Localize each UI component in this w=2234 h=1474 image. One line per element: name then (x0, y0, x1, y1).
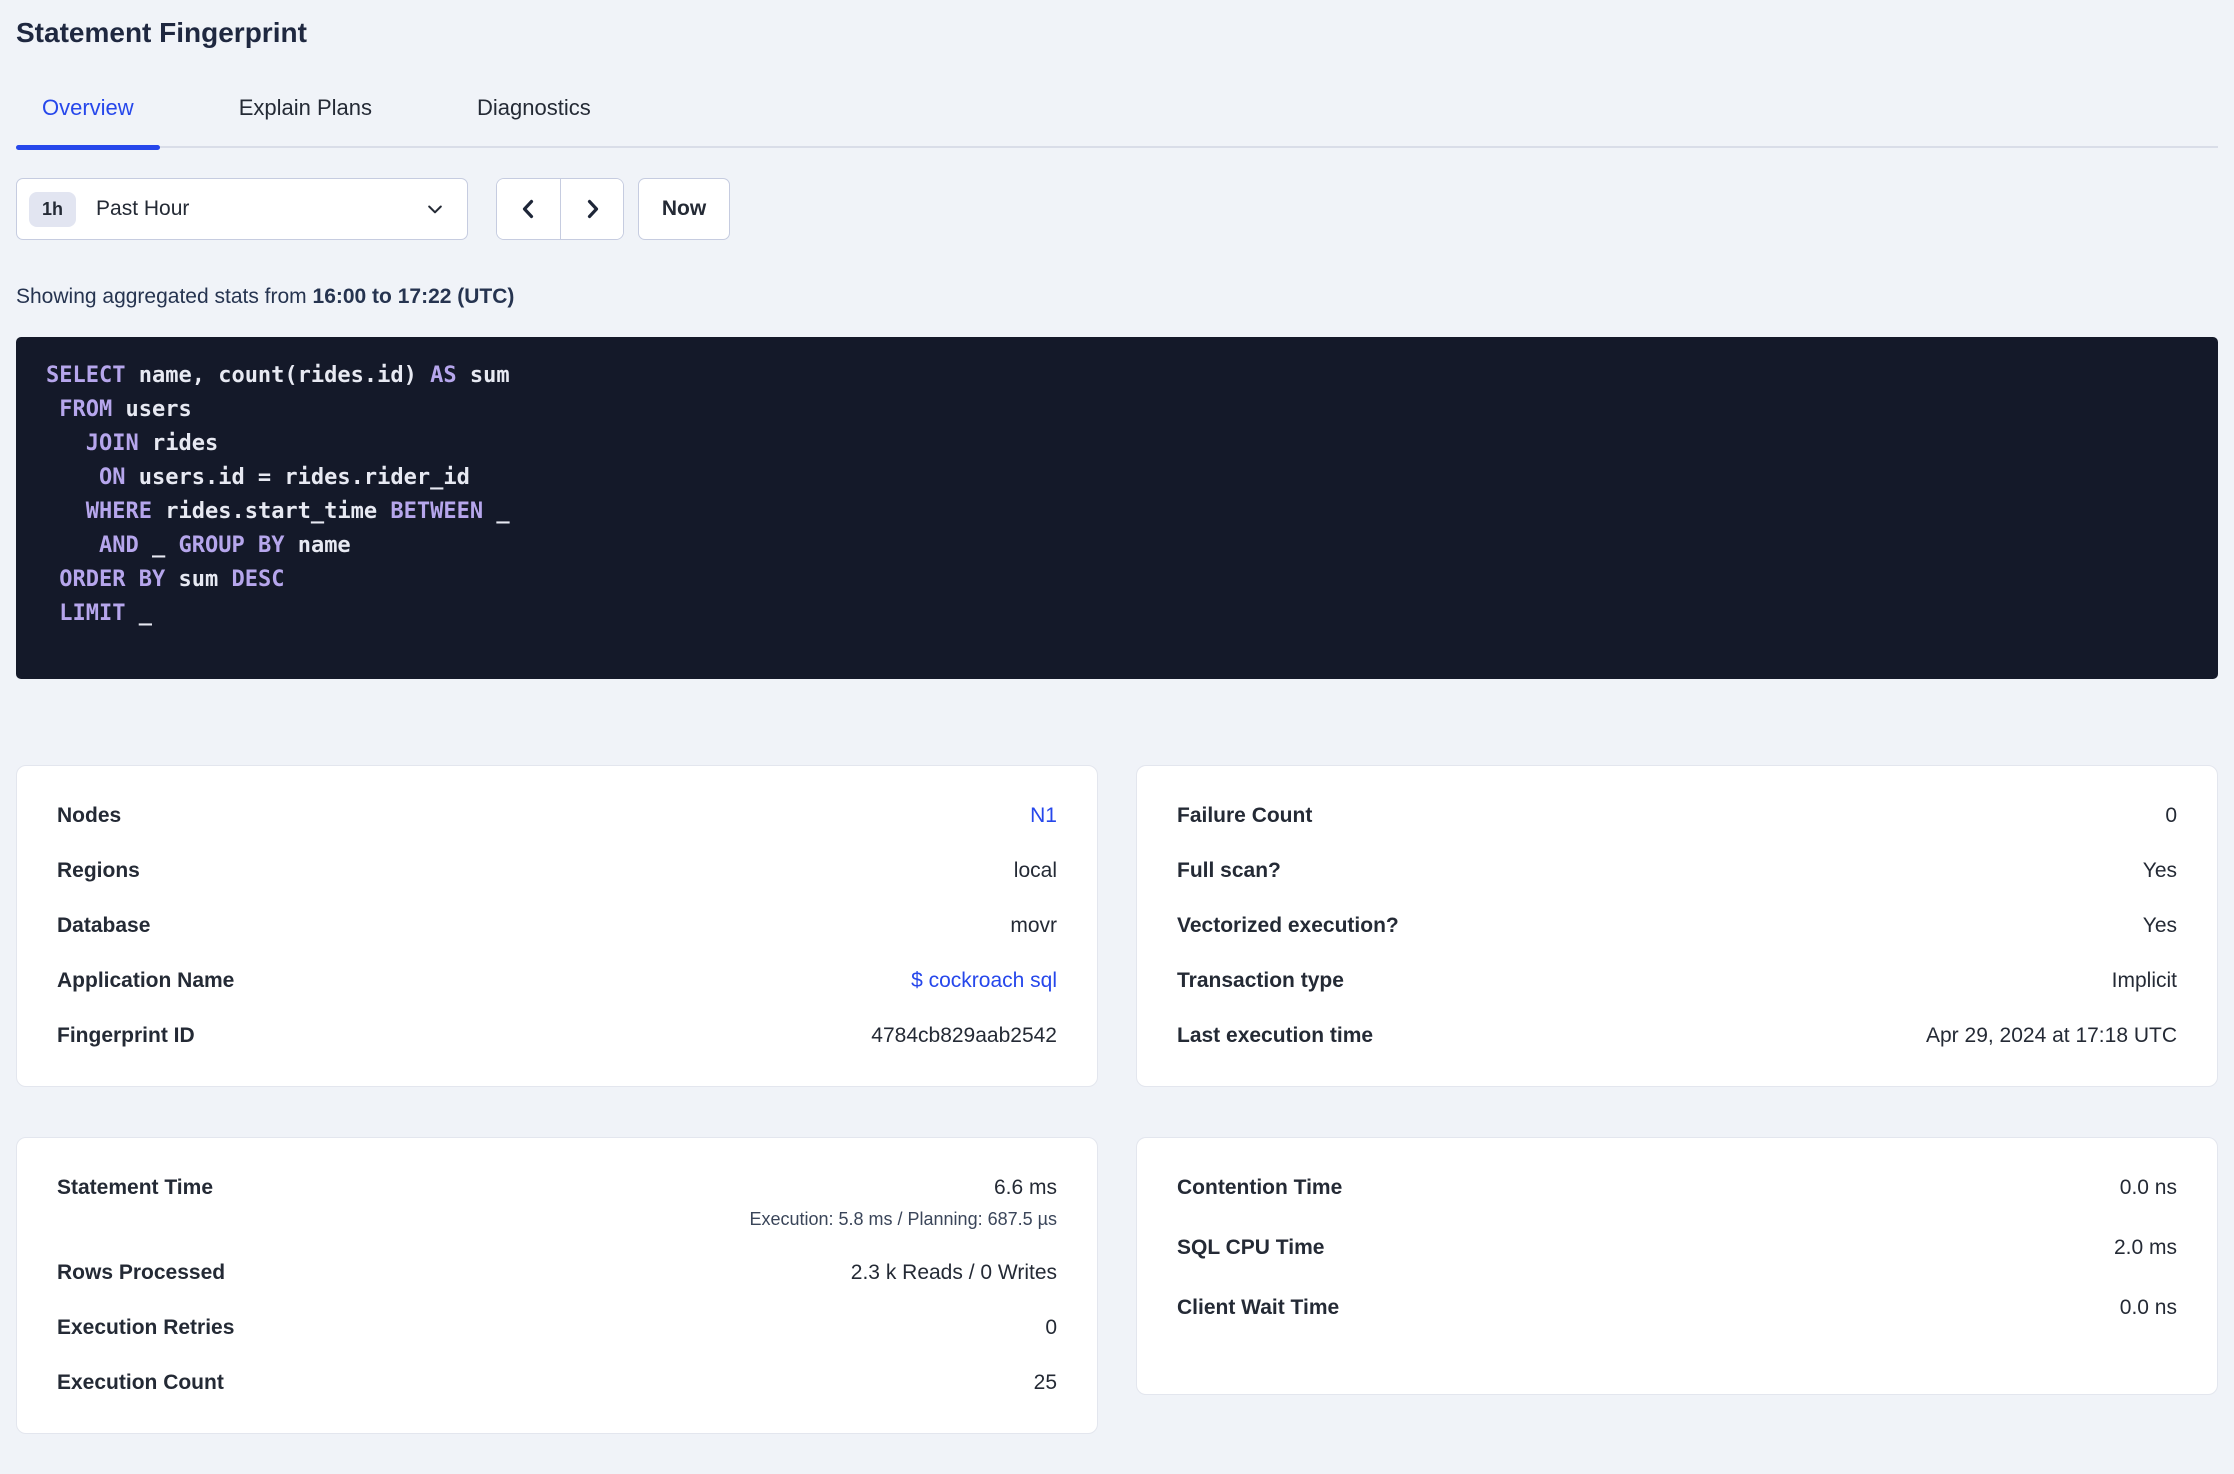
performance-cards-row: Statement Time 6.6 ms Execution: 5.8 ms … (16, 1137, 2218, 1434)
sql-line: WHERE rides.start_time BETWEEN _ (85, 499, 510, 524)
detail-label: Fingerprint ID (57, 1024, 195, 1047)
detail-label: Contention Time (1177, 1176, 1343, 1199)
detail-label: Execution Retries (57, 1316, 235, 1339)
detail-row-regions: Regions local (57, 859, 1057, 883)
tab-explain-plans[interactable]: Explain Plans (213, 96, 398, 146)
tab-bar: Overview Explain Plans Diagnostics (16, 96, 2218, 150)
sql-line: SELECT name, count(rides.id) AS sum (46, 363, 510, 388)
detail-row-application-name: Application Name $ cockroach sql (57, 969, 1057, 993)
detail-label: Application Name (57, 969, 235, 992)
detail-label: Regions (57, 859, 140, 882)
execution-attributes-card: Failure Count 0 Full scan? Yes Vectorize… (1136, 765, 2218, 1087)
detail-label: Failure Count (1177, 804, 1313, 827)
detail-label: Client Wait Time (1177, 1296, 1340, 1319)
detail-value: Yes (2142, 859, 2177, 882)
detail-label: Last execution time (1177, 1024, 1374, 1047)
detail-row-nodes: Nodes N1 (57, 804, 1057, 828)
sql-line: ON users.id = rides.rider_id (98, 465, 470, 490)
now-button[interactable]: Now (638, 178, 730, 240)
detail-value: 0.0 ns (2119, 1296, 2177, 1319)
detail-row-rows-processed: Rows Processed 2.3 k Reads / 0 Writes (57, 1261, 1057, 1285)
tab-diagnostics[interactable]: Diagnostics (451, 96, 617, 146)
detail-row-vectorized: Vectorized execution? Yes (1177, 914, 2177, 938)
detail-row-statement-time: Statement Time 6.6 ms Execution: 5.8 ms … (57, 1176, 1057, 1230)
sql-line: FROM users (59, 397, 192, 422)
sql-line: JOIN rides (85, 431, 219, 456)
detail-label: Transaction type (1177, 969, 1344, 992)
time-nav-group (496, 178, 624, 240)
detail-value: 25 (1033, 1371, 1057, 1394)
application-name-link[interactable]: $ cockroach sql (911, 969, 1057, 993)
statement-details-card: Nodes N1 Regions local Database movr App… (16, 765, 1098, 1087)
chevron-left-icon (517, 197, 541, 221)
detail-row-execution-count: Execution Count 25 (57, 1371, 1057, 1395)
tab-overview[interactable]: Overview (16, 96, 160, 150)
stats-summary-range: 16:00 to 17:22 (UTC) (312, 285, 515, 308)
nodes-link[interactable]: N1 (1030, 804, 1057, 828)
detail-row-full-scan: Full scan? Yes (1177, 859, 2177, 883)
detail-value: 4784cb829aab2542 (871, 1024, 1057, 1047)
sql-line: AND _ GROUP BY name (98, 533, 351, 558)
detail-label: Vectorized execution? (1177, 914, 1399, 937)
stats-summary: Showing aggregated stats from 16:00 to 1… (16, 284, 2218, 309)
detail-label: Nodes (57, 804, 122, 827)
detail-label: Full scan? (1177, 859, 1281, 882)
statement-fingerprint-page: Statement Fingerprint Overview Explain P… (0, 16, 2234, 1451)
detail-value: Apr 29, 2024 at 17:18 UTC (1926, 1024, 2177, 1047)
detail-value: movr (1010, 914, 1057, 937)
detail-label: Statement Time (57, 1176, 213, 1199)
detail-row-fingerprint-id: Fingerprint ID 4784cb829aab2542 (57, 1024, 1057, 1048)
time-range-dropdown[interactable]: 1h Past Hour (16, 178, 468, 240)
overview-cards-row: Nodes N1 Regions local Database movr App… (16, 765, 2218, 1087)
detail-value: 0 (1045, 1316, 1057, 1339)
detail-row-database: Database movr (57, 914, 1057, 938)
detail-value: local (1013, 859, 1057, 882)
sql-line: ORDER BY sum DESC (59, 567, 285, 592)
detail-row-client-wait-time: Client Wait Time 0.0 ns (1177, 1296, 2177, 1320)
detail-row-execution-retries: Execution Retries 0 (57, 1316, 1057, 1340)
detail-label: Database (57, 914, 151, 937)
sql-line: LIMIT _ (59, 601, 152, 626)
detail-value: 0.0 ns (2119, 1176, 2177, 1199)
time-range-badge: 1h (29, 191, 77, 227)
statement-time-card: Statement Time 6.6 ms Execution: 5.8 ms … (16, 1137, 1098, 1434)
detail-row-last-execution-time: Last execution time Apr 29, 2024 at 17:1… (1177, 1024, 2177, 1048)
detail-value: 2.3 k Reads / 0 Writes (850, 1261, 1057, 1284)
detail-row-sql-cpu-time: SQL CPU Time 2.0 ms (1177, 1236, 2177, 1260)
next-time-button[interactable] (560, 179, 623, 239)
stats-summary-prefix: Showing aggregated stats from (16, 285, 313, 308)
detail-value: Yes (2142, 914, 2177, 937)
detail-row-failure-count: Failure Count 0 (1177, 804, 2177, 828)
detail-label: Execution Count (57, 1371, 224, 1394)
detail-value: 6.6 ms (993, 1176, 1057, 1199)
detail-label: Rows Processed (57, 1261, 226, 1284)
page-title: Statement Fingerprint (16, 17, 307, 48)
chevron-right-icon (580, 197, 604, 221)
detail-value: Implicit (2111, 969, 2177, 992)
detail-value: 0 (2165, 804, 2177, 827)
detail-label: SQL CPU Time (1177, 1236, 1325, 1259)
detail-value: 2.0 ms (2113, 1236, 2177, 1259)
chevron-down-icon (425, 199, 445, 219)
time-controls: 1h Past Hour Now (16, 178, 2218, 240)
wait-time-card: Contention Time 0.0 ns SQL CPU Time 2.0 … (1136, 1137, 2218, 1395)
time-range-label: Past Hour (96, 197, 190, 220)
statement-time-breakdown: Execution: 5.8 ms / Planning: 687.5 µs (749, 1209, 1057, 1229)
detail-row-contention-time: Contention Time 0.0 ns (1177, 1176, 2177, 1200)
sql-statement-box: SELECT name, count(rides.id) AS sum FROM… (16, 337, 2218, 679)
detail-row-transaction-type: Transaction type Implicit (1177, 969, 2177, 993)
prev-time-button[interactable] (497, 179, 560, 239)
